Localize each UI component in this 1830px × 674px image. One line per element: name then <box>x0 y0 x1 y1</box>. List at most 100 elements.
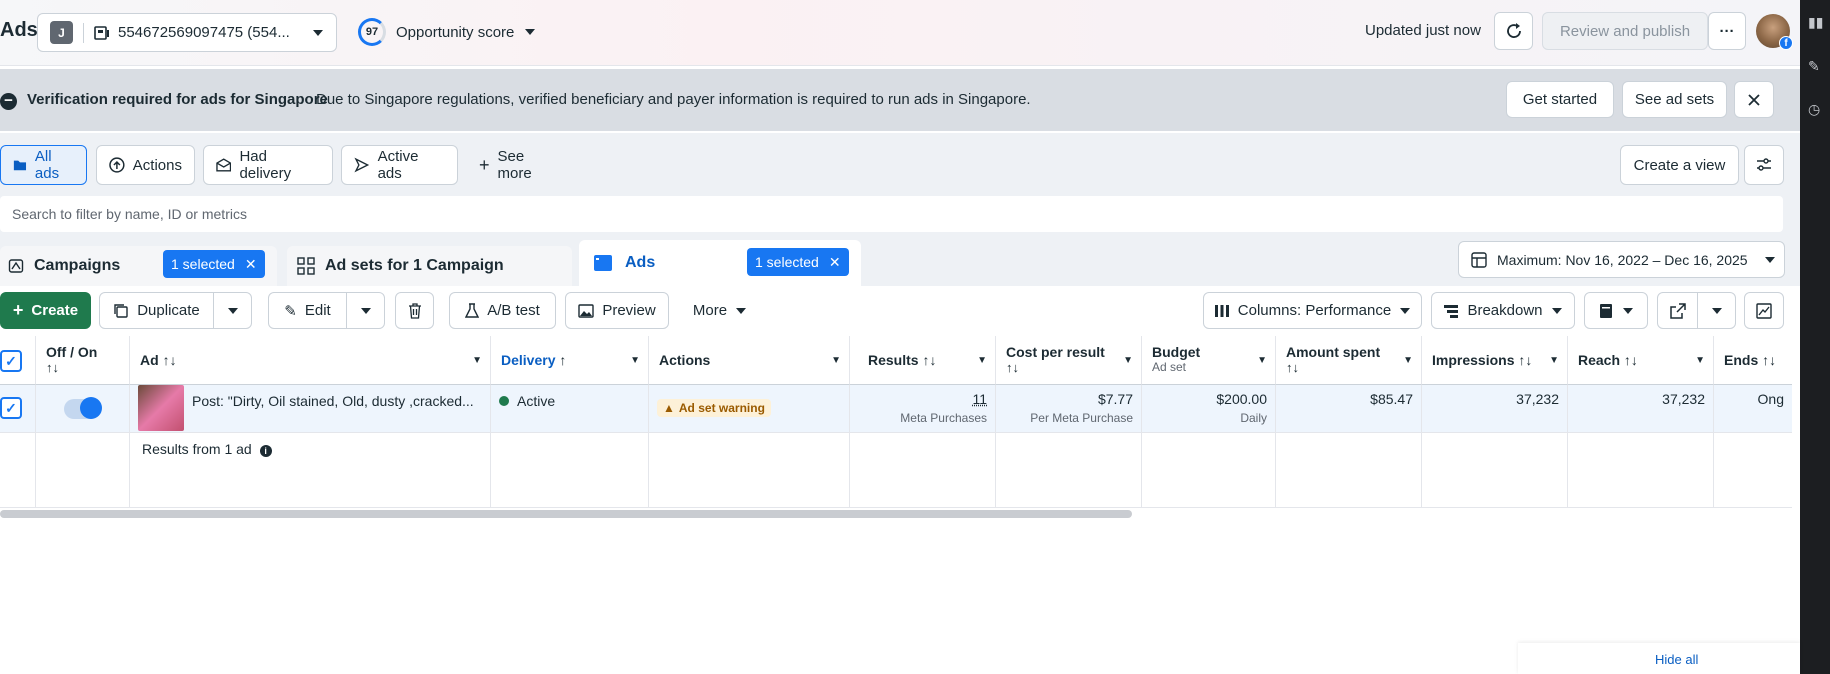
chevron-down-icon[interactable]: ▼ <box>472 355 482 366</box>
ad-name[interactable]: Post: "Dirty, Oil stained, Old, dusty ,c… <box>192 393 474 409</box>
column-header-actions[interactable]: Actions ▼ <box>649 336 850 385</box>
duplicate-dropdown[interactable] <box>213 292 252 329</box>
chevron-down-icon[interactable]: ▼ <box>630 355 640 366</box>
duplicate-button[interactable]: Duplicate <box>99 292 214 329</box>
export-dropdown[interactable] <box>1697 292 1736 329</box>
edit-dropdown[interactable] <box>346 292 385 329</box>
chevron-down-icon[interactable]: ▼ <box>977 355 987 366</box>
filter-all-ads[interactable]: All ads <box>0 145 87 185</box>
column-header-impressions[interactable]: Impressions ↑↓ ▼ <box>1422 336 1568 385</box>
amount-spent-cell: $85.47 <box>1276 385 1422 433</box>
divider <box>83 22 84 43</box>
pencil-icon[interactable]: ✎ <box>1808 58 1820 75</box>
verification-banner: − Verification required for ads for Sing… <box>0 69 1800 131</box>
filter-settings-button[interactable] <box>1744 145 1784 185</box>
summary-cell <box>1422 433 1568 508</box>
tab-ads-label: Ads <box>625 254 656 271</box>
sort-icon: ↑↓ <box>46 360 59 375</box>
search-input[interactable]: Search to filter by name, ID or metrics <box>0 196 1783 232</box>
chart-icon[interactable]: ▮▮ <box>1808 14 1823 31</box>
tab-ad-sets[interactable]: Ad sets for 1 Campaign <box>287 246 572 286</box>
date-range-label: Maximum: Nov 16, 2022 – Dec 16, 2025 <box>1497 251 1748 268</box>
horizontal-scrollbar[interactable] <box>0 510 1132 518</box>
breakdown-dropdown[interactable]: Breakdown <box>1431 292 1575 329</box>
export-button[interactable] <box>1657 292 1698 329</box>
ads-selected-badge[interactable]: 1 selected ✕ <box>747 248 849 276</box>
opportunity-score-ring: 97 <box>358 18 386 46</box>
column-header-budget[interactable]: Budget Ad set ▼ <box>1142 336 1276 385</box>
chart-view-button[interactable] <box>1744 292 1784 329</box>
column-header-ends[interactable]: Ends ↑↓ <box>1714 336 1792 385</box>
upload-circle-icon <box>109 157 125 173</box>
summary-cell <box>1714 433 1792 508</box>
reach-value: 37,232 <box>1662 391 1705 407</box>
action-toolbar: + Create Duplicate ✎ Edit A/B test Previ… <box>0 286 1800 336</box>
column-header-budget-label: Budget <box>1152 344 1201 360</box>
refresh-button[interactable] <box>1494 12 1533 50</box>
reports-dropdown[interactable] <box>1584 292 1648 329</box>
ab-test-label: A/B test <box>487 302 540 319</box>
more-options-button[interactable]: ··· <box>1708 12 1746 50</box>
row-checkbox[interactable]: ✓ <box>0 397 22 419</box>
refresh-icon <box>1506 23 1521 38</box>
close-icon[interactable]: ✕ <box>829 254 841 271</box>
ad-set-warning-label: Ad set warning <box>678 401 765 415</box>
close-banner-button[interactable] <box>1734 81 1774 118</box>
see-more-button[interactable]: + See more <box>466 145 566 185</box>
column-header-reach-label: Reach <box>1578 352 1621 368</box>
ad-name-cell[interactable]: Post: "Dirty, Oil stained, Old, dusty ,c… <box>130 385 491 433</box>
app-title: Ads <box>0 19 38 41</box>
chevron-down-icon[interactable]: ▼ <box>1403 355 1413 366</box>
campaigns-selected-label: 1 selected <box>171 256 235 272</box>
more-actions-button[interactable]: More <box>682 292 758 329</box>
account-selector[interactable]: J 554672569097475 (554... <box>37 13 337 52</box>
column-header-results-label: Results <box>868 352 919 368</box>
create-button[interactable]: + Create <box>0 292 91 329</box>
hide-all-link[interactable]: Hide all <box>1655 652 1698 667</box>
clock-icon[interactable]: ◷ <box>1808 101 1820 118</box>
tab-campaigns-label: Campaigns <box>34 257 121 274</box>
create-view-button[interactable]: Create a view <box>1620 145 1739 185</box>
sort-icon: ↑↓ <box>1006 360 1019 375</box>
ad-on-off-toggle[interactable] <box>64 397 102 419</box>
ad-set-warning-badge[interactable]: ▲ Ad set warning <box>657 399 771 417</box>
impressions-value: 37,232 <box>1516 391 1559 407</box>
filter-active-ads[interactable]: Active ads <box>341 145 458 185</box>
column-header-reach[interactable]: Reach ↑↓ ▼ <box>1568 336 1714 385</box>
filter-actions[interactable]: Actions <box>96 145 195 185</box>
opportunity-score[interactable]: 97 Opportunity score <box>358 18 536 46</box>
budget-cell[interactable]: $200.00 Daily <box>1142 385 1276 433</box>
preview-button[interactable]: Preview <box>565 292 669 329</box>
column-header-results[interactable]: Results ↑↓ ▼ <box>850 336 996 385</box>
column-header-impressions-label: Impressions <box>1432 352 1515 368</box>
review-publish-button[interactable]: Review and publish <box>1542 12 1708 50</box>
chevron-down-icon[interactable]: ▼ <box>1257 355 1267 366</box>
results-value[interactable]: 11 <box>972 391 987 407</box>
chevron-down-icon[interactable]: ▼ <box>831 355 841 366</box>
chevron-down-icon[interactable]: ▼ <box>1695 355 1705 366</box>
filter-had-delivery[interactable]: Had delivery <box>203 145 333 185</box>
opportunity-score-label: Opportunity score <box>396 23 515 41</box>
select-all-checkbox[interactable]: ✓ <box>0 350 22 372</box>
chevron-down-icon[interactable]: ▼ <box>1549 355 1559 366</box>
column-header-amount-spent[interactable]: Amount spent ↑↓ ▼ <box>1276 336 1422 385</box>
summary-cell <box>36 433 130 508</box>
delete-button[interactable] <box>395 292 434 329</box>
column-header-off-on[interactable]: Off / On ↑↓ <box>36 336 130 385</box>
columns-dropdown[interactable]: Columns: Performance <box>1203 292 1422 329</box>
edit-button[interactable]: ✎ Edit <box>268 292 347 329</box>
info-icon[interactable]: i <box>259 445 272 457</box>
ab-test-button[interactable]: A/B test <box>449 292 556 329</box>
close-icon[interactable]: ✕ <box>245 256 257 273</box>
column-header-delivery[interactable]: Delivery ↑ ▼ <box>491 336 649 385</box>
see-ad-sets-button[interactable]: See ad sets <box>1622 81 1727 118</box>
date-range-picker[interactable]: Maximum: Nov 16, 2022 – Dec 16, 2025 <box>1458 241 1785 278</box>
campaigns-selected-badge[interactable]: 1 selected ✕ <box>163 250 265 278</box>
more-label: More <box>692 302 728 319</box>
column-header-ad[interactable]: Ad ↑↓ ▼ <box>130 336 491 385</box>
get-started-button[interactable]: Get started <box>1506 81 1614 118</box>
avatar[interactable]: f <box>1756 14 1793 50</box>
chevron-down-icon[interactable]: ▼ <box>1123 355 1133 366</box>
chevron-down-icon <box>1711 307 1722 314</box>
column-header-cost-per-result[interactable]: Cost per result ↑↓ ▼ <box>996 336 1142 385</box>
